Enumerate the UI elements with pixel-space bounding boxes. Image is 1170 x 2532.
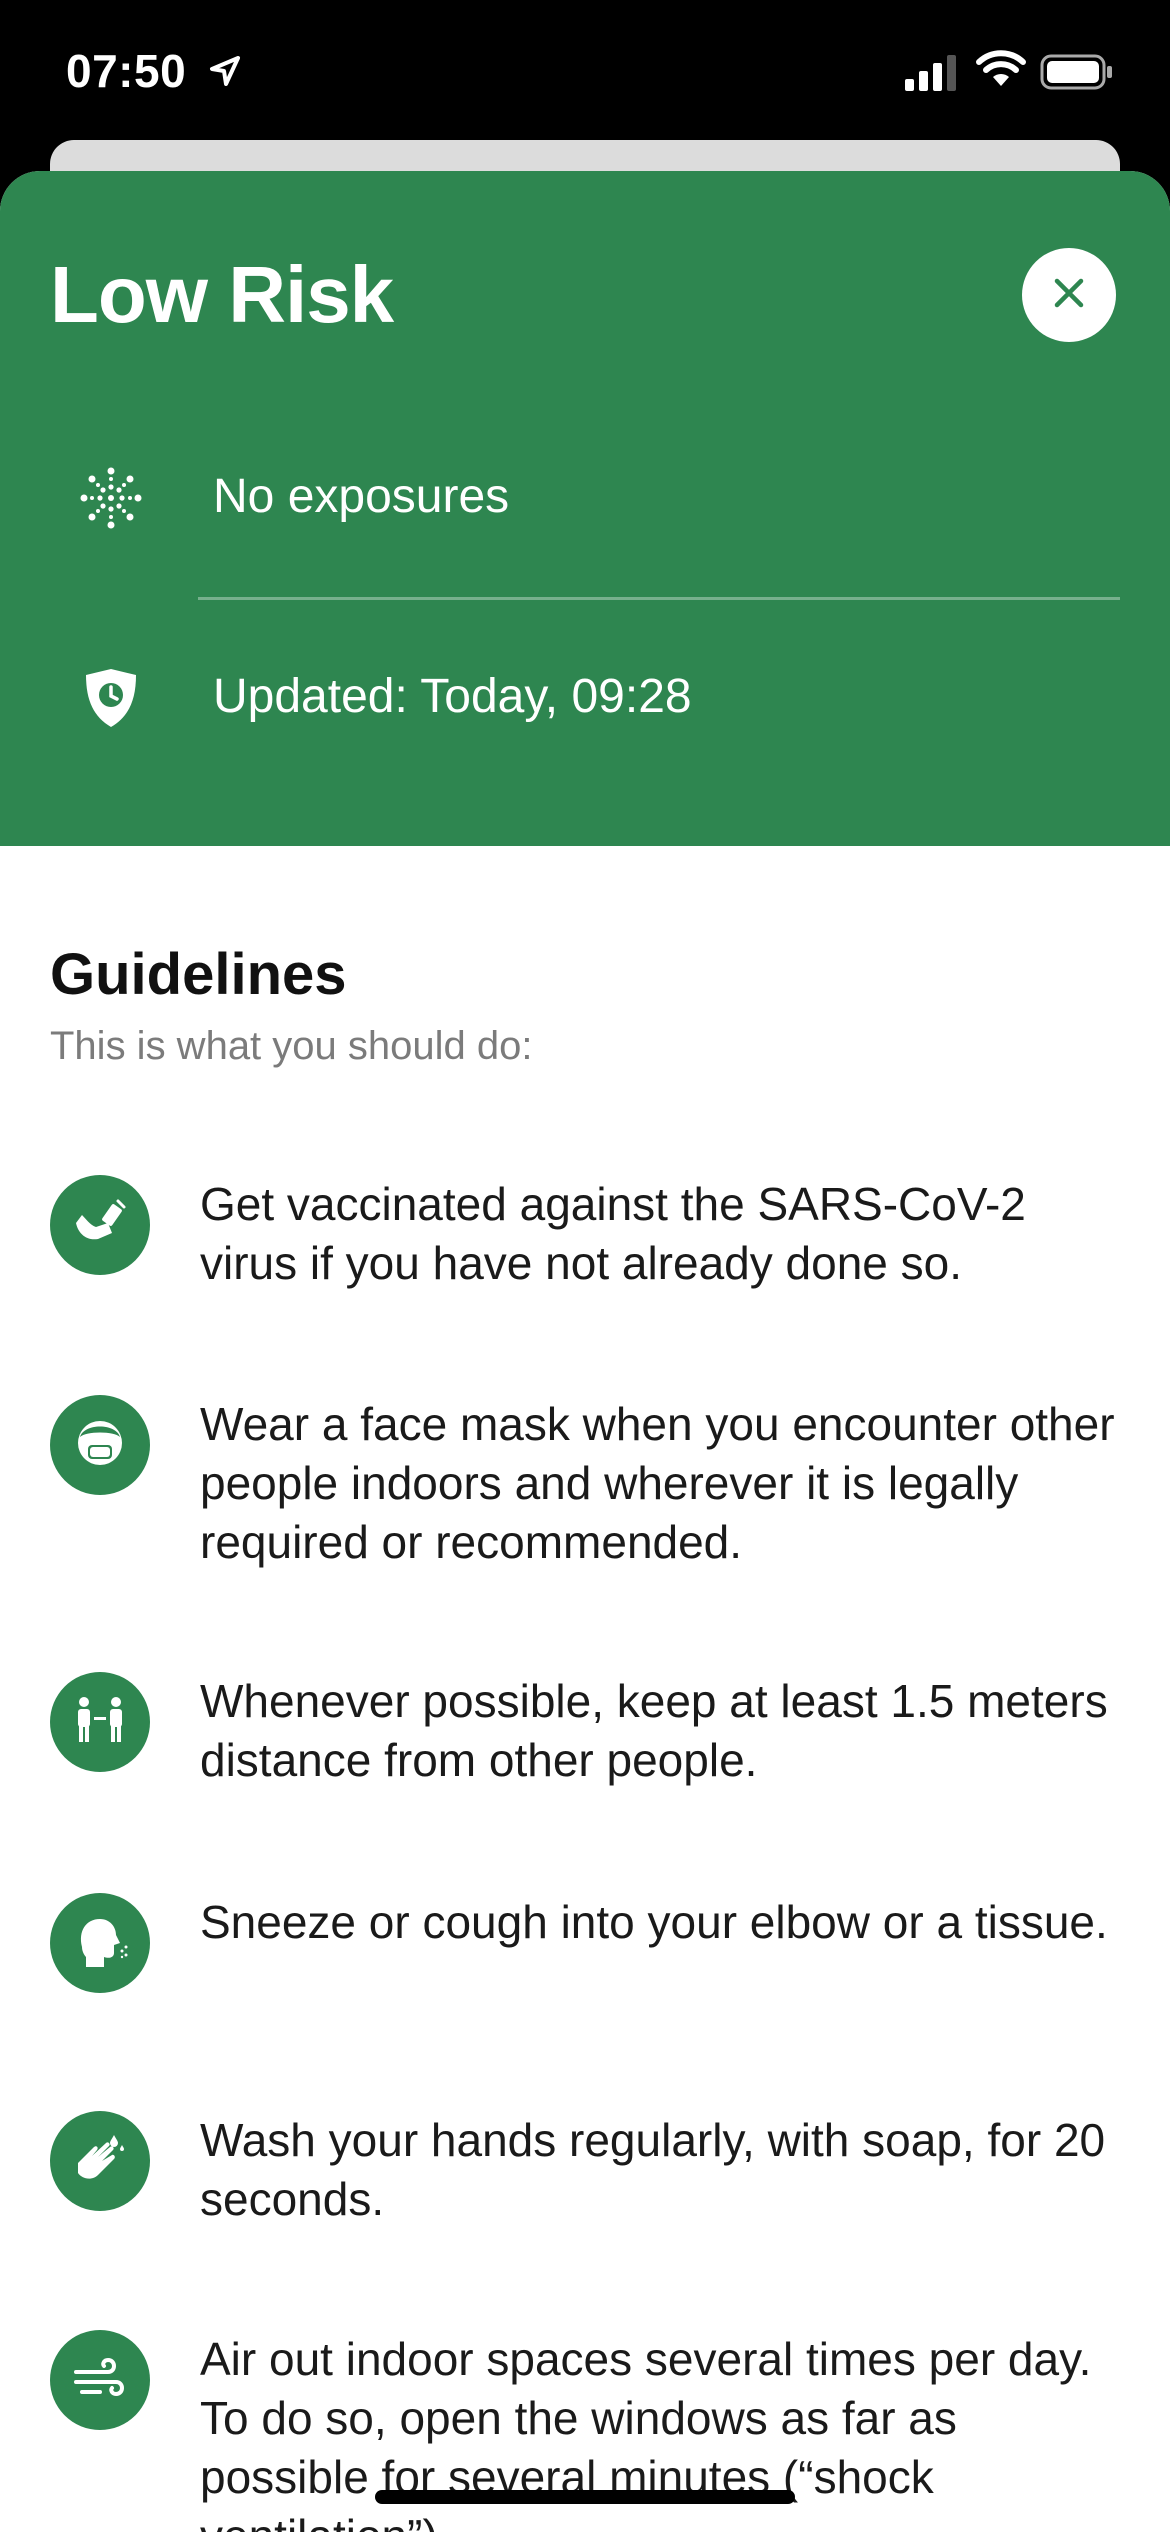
shield-clock-icon (78, 665, 144, 731)
wifi-icon (976, 50, 1026, 93)
hand-wash-icon (50, 2111, 150, 2211)
distance-icon (50, 1672, 150, 1772)
guidelines-subtitle: This is what you should do: (50, 1024, 533, 1068)
battery-icon (1040, 54, 1114, 95)
face-mask-icon (50, 1395, 150, 1495)
vaccine-arm-icon (50, 1175, 150, 1275)
risk-detail-sheet: Low Risk No exposures Updated: Today, 09… (0, 171, 1170, 2532)
risk-title: Low Risk (50, 250, 394, 339)
guideline-text: Get vaccinated against the SARS-CoV-2 vi… (200, 1178, 1026, 1289)
close-icon (1049, 273, 1089, 318)
updated-text: Updated: Today, 09:28 (213, 670, 692, 723)
guideline-text: Wash your hands regularly, with soap, fo… (200, 2114, 1106, 2225)
risk-header: Low Risk No exposures Updated: Today, 09… (0, 171, 1170, 846)
exposure-status-text: No exposures (213, 470, 510, 523)
status-time: 07:50 (66, 45, 187, 97)
guideline-text: Whenever possible, keep at least 1.5 met… (200, 1675, 1108, 1786)
guidelines-title: Guidelines (50, 942, 347, 1007)
updated-row: Updated: Today, 09:28 (0, 645, 1170, 745)
guideline-text: Wear a face mask when you encounter othe… (200, 1398, 1115, 1568)
location-arrow-icon (208, 54, 242, 93)
exposure-row: No exposures (0, 445, 1170, 545)
risk-divider (198, 597, 1120, 600)
close-button[interactable] (1022, 248, 1116, 342)
home-indicator[interactable] (375, 2490, 795, 2504)
ventilation-icon (50, 2330, 150, 2430)
virus-icon (78, 465, 144, 531)
guideline-text: Sneeze or cough into your elbow or a tis… (200, 1896, 1108, 1948)
sneeze-icon (50, 1893, 150, 1993)
cellular-signal-icon (905, 53, 961, 91)
status-bar: 07:50 (0, 0, 1170, 140)
